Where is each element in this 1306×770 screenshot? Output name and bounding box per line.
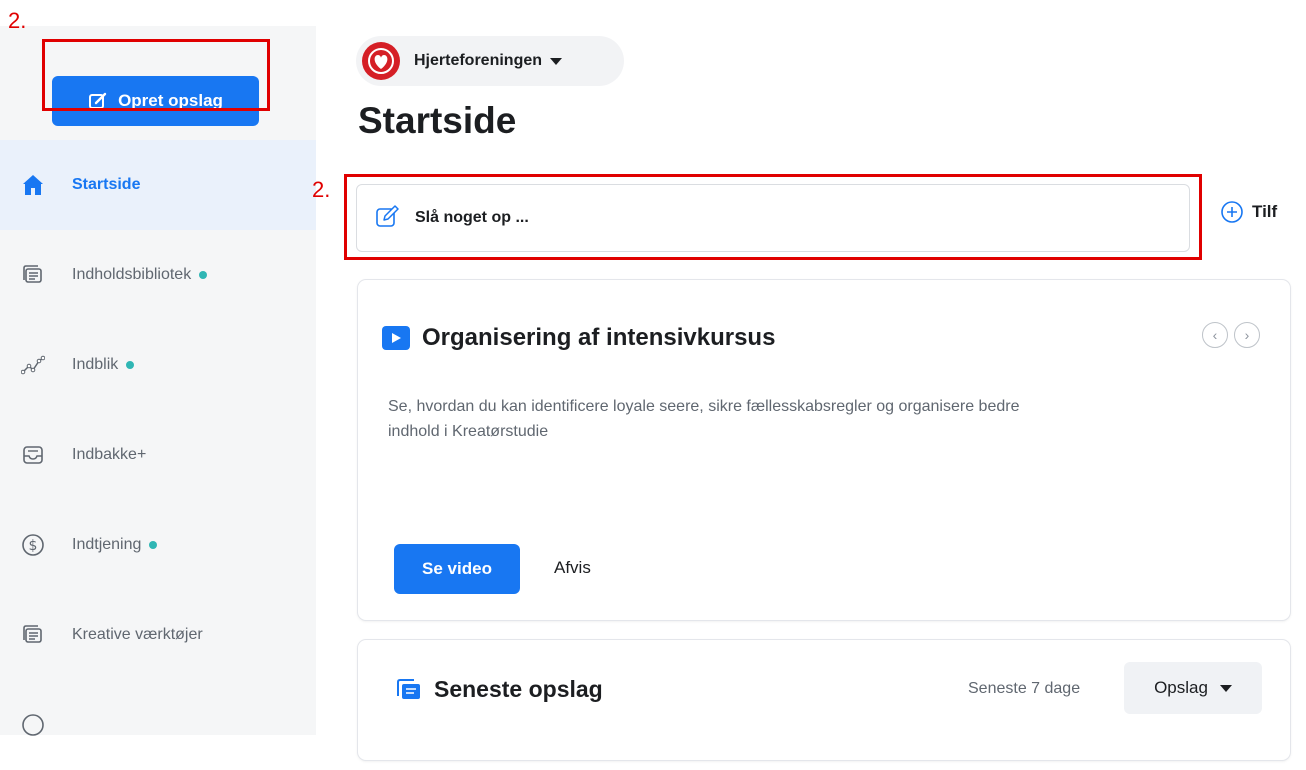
sidebar-item-label: Indtjening [72, 536, 142, 553]
library-icon [20, 262, 46, 288]
search-placeholder: Slå noget op ... [415, 209, 529, 226]
annotation-marker-search: 2. [312, 177, 331, 202]
sidebar-item-indblik[interactable]: Indblik [0, 320, 316, 410]
video-icon [382, 326, 410, 350]
posts-icon [397, 678, 420, 699]
tools-icon [20, 622, 46, 648]
dismiss-button[interactable]: Afvis [554, 558, 591, 578]
svg-text:$: $ [29, 538, 38, 554]
sidebar-item-label: Kreative værktøjer [72, 626, 203, 643]
dollar-icon: $ [20, 532, 46, 558]
notification-dot [126, 361, 135, 369]
page-name: Hjerteforeningen [414, 52, 543, 69]
sidebar-item-partial[interactable] [0, 680, 316, 770]
sidebar-item-indbakke[interactable]: Indbakke+ [0, 410, 316, 500]
caret-down-icon [1219, 684, 1232, 692]
more-icon [20, 712, 46, 738]
notification-dot [149, 541, 158, 549]
sidebar: Opret opslag Startside Indholdsbibliotek… [0, 26, 316, 736]
sidebar-item-indholdsbibliotek[interactable]: Indholdsbibliotek [0, 230, 316, 320]
posts-filter-dropdown[interactable]: Opslag [1124, 662, 1262, 714]
sidebar-item-startside[interactable]: Startside [0, 140, 316, 230]
watch-video-button[interactable]: Se video [394, 544, 520, 594]
period-label: Seneste 7 dage [968, 680, 1081, 697]
chevron-right-icon: › [1244, 327, 1250, 343]
recent-posts-card: Seneste opslag Seneste 7 dage Opslag [358, 640, 1290, 760]
add-button-label: Tilf [1252, 202, 1278, 221]
insights-icon [20, 352, 46, 378]
sidebar-item-indtjening[interactable]: $ Indtjening [0, 500, 316, 590]
plus-circle-icon [1221, 201, 1243, 223]
inbox-icon [20, 442, 46, 468]
caret-down-icon [550, 57, 563, 65]
next-button[interactable]: › [1234, 322, 1260, 348]
sidebar-item-kreative-vaerktoejer[interactable]: Kreative værktøjer [0, 590, 316, 680]
annotation-box-create [42, 39, 270, 111]
course-description: Se, hvordan du kan identificere loyale s… [388, 398, 1020, 440]
sidebar-item-label: Indblik [72, 356, 119, 373]
search-field[interactable]: Slå noget op ... [356, 184, 1190, 252]
chevron-left-icon: ‹ [1212, 327, 1218, 343]
previous-button[interactable]: ‹ [1202, 322, 1228, 348]
notification-dot [199, 271, 208, 279]
annotation-marker-top: 2. [8, 8, 27, 33]
posts-filter-label: Opslag [1154, 678, 1208, 697]
course-card: Organisering af intensivkursus ‹ › Se, h… [358, 280, 1290, 620]
compose-icon [376, 205, 399, 227]
add-button[interactable]: Tilf [1220, 200, 1277, 224]
recent-posts-title: Seneste opslag [434, 676, 603, 702]
course-title: Organisering af intensivkursus [422, 324, 776, 351]
page-selector[interactable]: Hjerteforeningen [356, 36, 624, 86]
sidebar-item-label: Indholdsbibliotek [72, 266, 192, 283]
sidebar-item-label: Indbakke+ [72, 446, 147, 463]
sidebar-item-label: Startside [72, 176, 141, 193]
page-title: Startside [358, 100, 517, 141]
home-icon [20, 172, 46, 198]
hjerteforeningen-logo [362, 42, 400, 80]
